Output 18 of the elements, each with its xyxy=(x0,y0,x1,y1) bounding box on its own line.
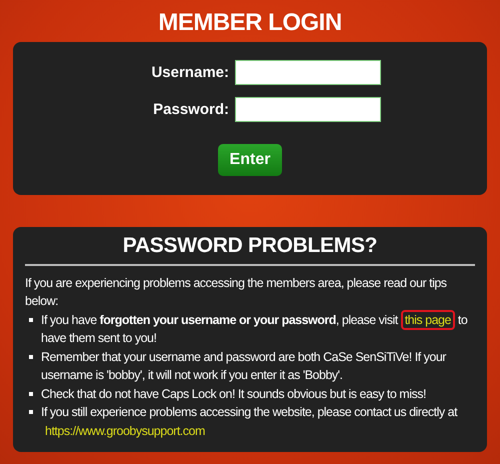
tip-text: Check that do not have Caps Lock on! It sounds obvious but is easy to miss! xyxy=(41,386,426,403)
tip-text: If you have forgotten your username or your password, please visit this page to have them sent to you! xyxy=(41,310,475,348)
panel-title: PASSWORD PROBLEMS? xyxy=(25,237,475,266)
link[interactable]: https://www.groobysupport.com xyxy=(41,420,209,440)
bullet-icon xyxy=(29,318,33,322)
bullet-icon xyxy=(29,392,33,396)
bullet-icon xyxy=(29,354,33,358)
page-title: MEMBER LOGIN xyxy=(157,8,343,38)
link[interactable]: this page xyxy=(400,310,455,330)
field-label: Username: xyxy=(150,64,229,81)
field-label: Password: xyxy=(152,101,229,118)
input-field[interactable] xyxy=(235,97,381,122)
tip-text: If you still experience problems accessing the website, please contact us directly at https://www.groobysupport.com xyxy=(41,403,475,440)
enter-button[interactable]: Enter xyxy=(218,144,282,176)
input-field[interactable] xyxy=(235,60,381,85)
intro-text: If you are experiencing problems accessing the members area, please read our tips below: xyxy=(25,274,448,310)
tip-text: Remember that your username and password are both CaSe SenSiTiVe! If your username is 'bobby', it will not work if you enter it as 'Bobby'. xyxy=(41,348,448,384)
bullet-icon xyxy=(29,410,33,414)
